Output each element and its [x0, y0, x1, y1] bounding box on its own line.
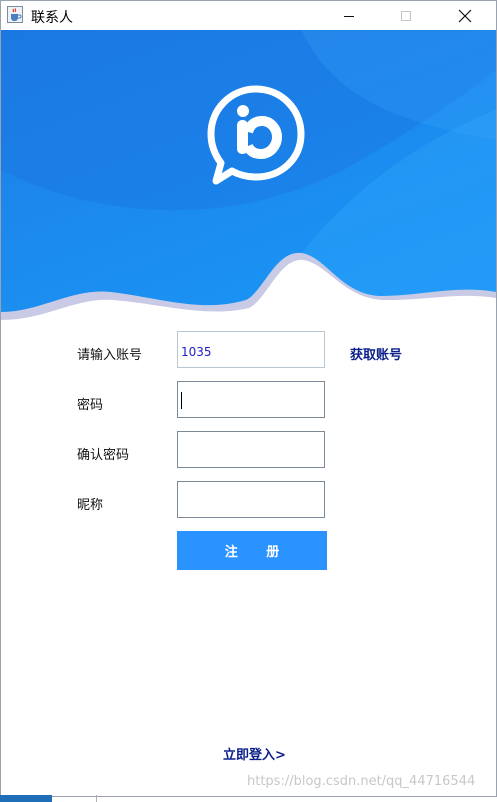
get-account-link[interactable]: 获取账号	[350, 344, 402, 363]
close-icon	[458, 9, 472, 22]
confirm-password-label: 确认密码	[77, 448, 130, 463]
java-coffee-icon	[7, 6, 23, 23]
nickname-input[interactable]	[177, 481, 325, 518]
nickname-label: 昵称	[77, 498, 104, 513]
account-value: 1035	[181, 345, 212, 359]
confirm-password-input[interactable]	[177, 431, 325, 468]
password-label: 密码	[77, 398, 104, 413]
account-input[interactable]: 1035	[177, 331, 325, 368]
chat-bubble-b-icon	[207, 85, 305, 185]
close-button[interactable]	[442, 1, 488, 30]
watermark-text: https://blog.csdn.net/qq_44716544	[247, 774, 476, 789]
minimize-button[interactable]	[326, 1, 372, 30]
maximize-icon	[401, 10, 411, 21]
register-button[interactable]: 注 册	[177, 531, 327, 570]
app-window: 联系人 请输入账号 1035 获取账号 密码 确认密码 昵称 注 册 立即登入>…	[0, 0, 497, 797]
background-divider	[96, 795, 97, 802]
window-title: 联系人	[31, 10, 73, 26]
account-label: 请输入账号	[77, 348, 143, 363]
maximize-button[interactable]	[383, 1, 429, 30]
minimize-icon	[344, 15, 354, 17]
login-now-link[interactable]: 立即登入>	[223, 744, 286, 763]
text-caret	[181, 392, 182, 409]
password-input[interactable]	[177, 381, 325, 418]
title-bar[interactable]: 联系人	[1, 1, 496, 30]
background-window-edge	[0, 795, 52, 802]
